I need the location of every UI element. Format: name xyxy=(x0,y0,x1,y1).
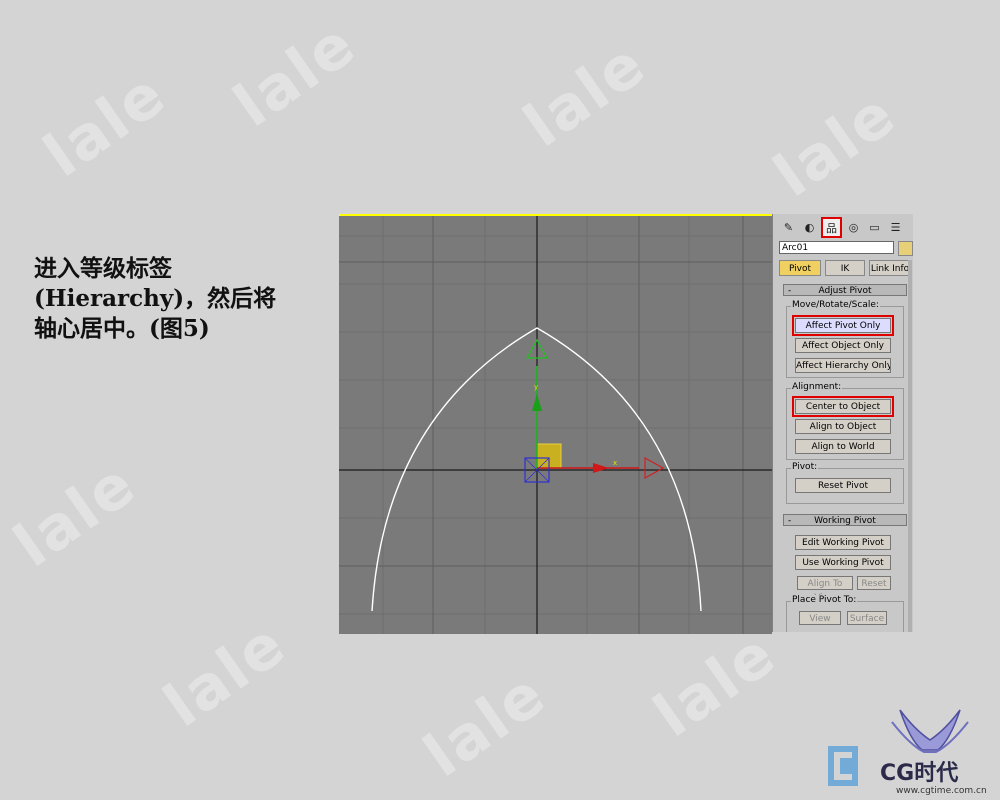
group-label: Place Pivot To: xyxy=(791,595,858,605)
utilities-icon[interactable]: ☰ xyxy=(886,218,905,237)
place-surface-button[interactable]: Surface xyxy=(847,611,887,625)
link-info-mode-button[interactable]: Link Info xyxy=(869,260,911,276)
align-to-world-button[interactable]: Align to World xyxy=(795,439,891,454)
rollout-title: Adjust Pivot xyxy=(818,286,872,296)
watermark: lale xyxy=(641,618,789,752)
pivot-mode-button[interactable]: Pivot xyxy=(779,260,821,276)
watermark: lale xyxy=(761,78,909,212)
panel-tabbar: ✎ ◐ 品 ◎ ▭ ☰ xyxy=(779,217,909,238)
affect-object-only-button[interactable]: Affect Object Only xyxy=(795,338,891,353)
viewport[interactable]: y x xyxy=(339,214,772,634)
collapse-icon: - xyxy=(788,286,792,296)
align-to-view-button[interactable]: Align To View xyxy=(797,576,853,603)
center-to-object-button[interactable]: Center to Object xyxy=(792,396,894,417)
watermark: lale xyxy=(1,448,149,582)
edit-working-pivot-button[interactable]: Edit Working Pivot xyxy=(795,535,891,550)
use-working-pivot-button[interactable]: Use Working Pivot xyxy=(795,555,891,570)
affect-pivot-only-button[interactable]: Affect Pivot Only xyxy=(792,315,894,336)
display-icon[interactable]: ▭ xyxy=(865,218,884,237)
object-color-swatch[interactable] xyxy=(898,241,913,256)
watermark: lale xyxy=(511,28,659,162)
object-name-field[interactable]: Arc01 xyxy=(779,241,894,254)
instruction-text: 进入等级标签 (Hierarchy)，然后将 轴心居中。(图5) xyxy=(34,254,324,344)
affect-hierarchy-only-button[interactable]: Affect Hierarchy Only xyxy=(795,358,891,373)
y-axis-label: y xyxy=(534,383,538,391)
command-panel: ✎ ◐ 品 ◎ ▭ ☰ Arc01 Pivot IK Link Info - A… xyxy=(772,214,913,632)
instruction-line: 进入等级标签 xyxy=(34,255,172,282)
ik-mode-button[interactable]: IK xyxy=(825,260,865,276)
create-icon[interactable]: ✎ xyxy=(779,218,798,237)
x-axis-arrow xyxy=(644,456,665,480)
panel-scrollbar[interactable] xyxy=(908,260,912,632)
logo-url: www.cgtime.com.cn xyxy=(896,786,987,796)
align-to-object-button[interactable]: Align to Object xyxy=(795,419,891,434)
watermark: lale xyxy=(31,58,179,192)
adjust-pivot-rollout-header[interactable]: - Adjust Pivot xyxy=(783,284,907,296)
group-label: Pivot: xyxy=(791,462,819,472)
viewport-canvas[interactable]: y x xyxy=(339,216,772,634)
instruction-line: (Hierarchy)，然后将 xyxy=(34,285,277,312)
place-view-button[interactable]: View xyxy=(799,611,841,625)
rollout-title: Working Pivot xyxy=(814,516,876,526)
instruction-line: 轴心居中。(图5) xyxy=(34,315,210,342)
watermark: lale xyxy=(151,608,299,742)
motion-icon[interactable]: ◎ xyxy=(844,218,863,237)
group-label: Move/Rotate/Scale: xyxy=(791,300,880,310)
reset-working-pivot-button[interactable]: Reset xyxy=(857,576,891,590)
x-axis-label: x xyxy=(613,459,617,467)
modify-icon[interactable]: ◐ xyxy=(800,218,819,237)
logo-text: CG时代 xyxy=(880,761,959,786)
reset-pivot-button[interactable]: Reset Pivot xyxy=(795,478,891,493)
working-pivot-rollout-header[interactable]: - Working Pivot xyxy=(783,514,907,526)
collapse-icon: - xyxy=(788,516,792,526)
watermark: lale xyxy=(221,8,369,142)
hierarchy-icon[interactable]: 品 xyxy=(821,217,842,238)
group-label: Alignment: xyxy=(791,382,843,392)
watermark: lale xyxy=(411,658,559,792)
